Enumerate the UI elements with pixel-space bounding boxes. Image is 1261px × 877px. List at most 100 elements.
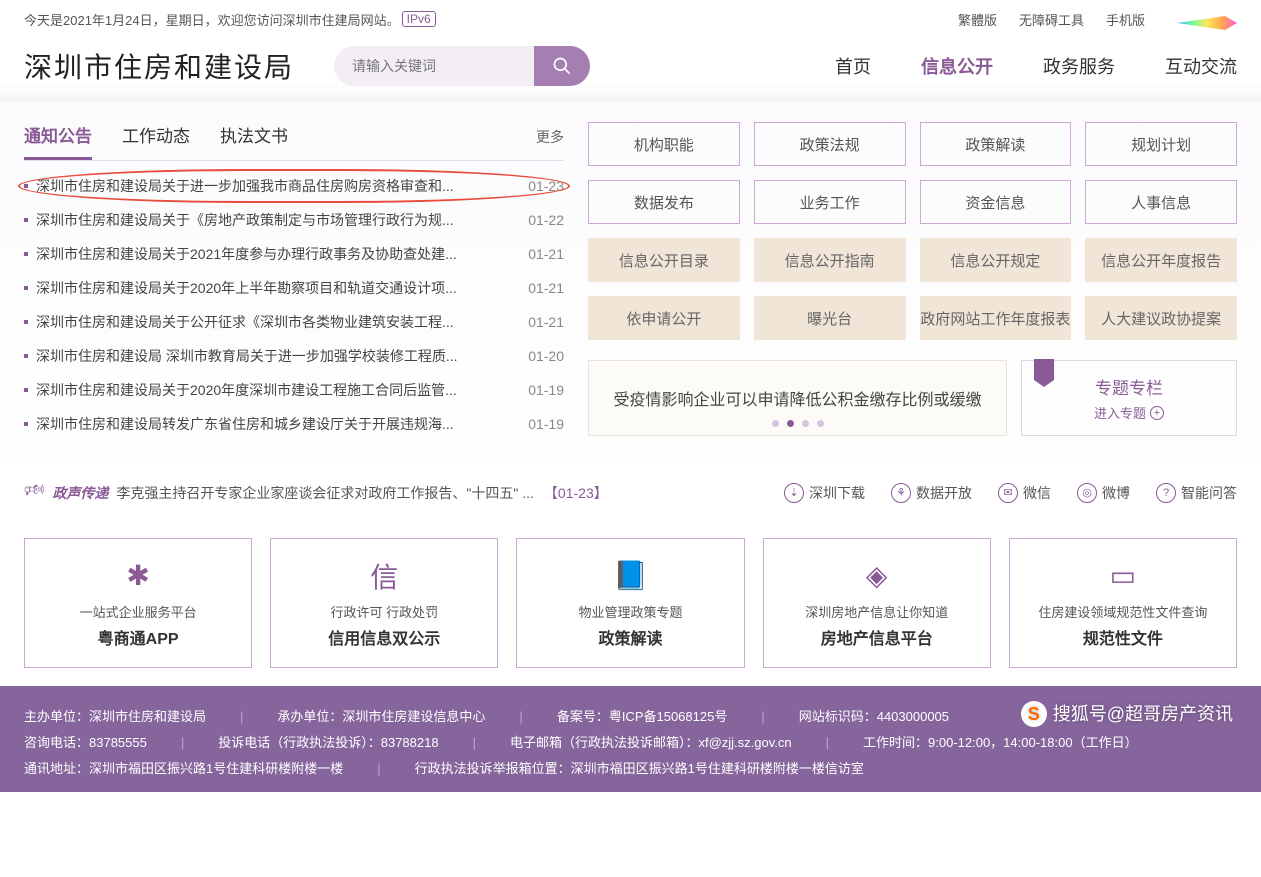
policy-links: ⇣深圳下载 ⚘数据开放 ✉微信 ◎微博 ?智能问答 — [784, 483, 1237, 503]
grid-button[interactable]: 依申请公开 — [588, 296, 740, 340]
divider: | — [181, 730, 184, 756]
ipv6-badge[interactable]: IPv6 — [402, 11, 436, 27]
footer-seg: 工作时间：9:00-12:00，14:00-18:00（工作日） — [863, 730, 1138, 756]
tab-enforce[interactable]: 执法文书 — [220, 122, 288, 157]
header: 深圳市住房和建设局 首页 信息公开 政务服务 互动交流 — [0, 38, 1261, 102]
grid-button[interactable]: 数据发布 — [588, 180, 740, 224]
tab-updates[interactable]: 工作动态 — [122, 122, 190, 157]
news-item[interactable]: 深圳市住房和建设局 深圳市教育局关于进一步加强学校装修工程质... 01-20 — [24, 339, 564, 373]
policy-text[interactable]: 李克强主持召开专家企业家座谈会征求对政府工作报告、"十四五" ... — [116, 483, 534, 503]
nav-home[interactable]: 首页 — [835, 53, 871, 79]
news-item[interactable]: 深圳市住房和建设局关于2021年度参与办理行政事务及协助查处建...01-21 — [24, 237, 564, 271]
card-subtitle: 深圳房地产信息让你知道 — [805, 602, 948, 621]
policy-label: 政声传递 — [52, 483, 108, 503]
news-item[interactable]: 深圳市住房和建设局关于《房地产政策制定与市场管理行政行为规...01-22 — [24, 203, 564, 237]
nav-interact[interactable]: 互动交流 — [1165, 53, 1237, 79]
divider: | — [519, 704, 522, 730]
dot[interactable] — [772, 420, 779, 427]
card-subtitle: 一站式企业服务平台 — [80, 602, 197, 621]
bookmark-icon — [1034, 359, 1054, 387]
topic-enter[interactable]: 进入专题 + — [1094, 403, 1164, 422]
policy-bar: 🕬 政声传递 李克强主持召开专家企业家座谈会征求对政府工作报告、"十四五" ..… — [0, 465, 1261, 520]
link-qa[interactable]: ?智能问答 — [1156, 483, 1237, 503]
nav-info[interactable]: 信息公开 — [921, 53, 993, 79]
topic-title: 专题专栏 — [1095, 374, 1163, 399]
grid-button[interactable]: 机构职能 — [588, 122, 740, 166]
grid-row-3: 信息公开目录信息公开指南信息公开规定信息公开年度报告 — [588, 238, 1237, 282]
top-bar: 今天是2021年1月24日，星期日，欢迎您访问深圳市住建局网站。 IPv6 繁體… — [0, 0, 1261, 38]
dot[interactable] — [817, 420, 824, 427]
footer-seg: 备案号：粤ICP备15068125号 — [557, 704, 728, 730]
grid-button[interactable]: 规划计划 — [1085, 122, 1237, 166]
search-icon — [552, 56, 572, 76]
policy-date: 【01-23】 — [544, 483, 608, 503]
service-card[interactable]: ▭住房建设领域规范性文件查询规范性文件 — [1009, 538, 1237, 668]
news-title: 深圳市住房和建设局 深圳市教育局关于进一步加强学校装修工程质... — [36, 346, 516, 366]
grid-row-1: 机构职能政策法规政策解读规划计划 — [588, 122, 1237, 166]
grid-button[interactable]: 政府网站工作年度报表 — [920, 296, 1072, 340]
link-weibo[interactable]: ◎微博 — [1077, 483, 1130, 503]
link-data[interactable]: ⚘数据开放 — [891, 483, 972, 503]
label: 智能问答 — [1181, 483, 1237, 503]
grid-button[interactable]: 业务工作 — [754, 180, 906, 224]
wechat-icon: ✉ — [998, 483, 1018, 503]
news-title: 深圳市住房和建设局关于2020年度深圳市建设工程施工合同后监管... — [36, 380, 516, 400]
divider: | — [826, 730, 829, 756]
banner-carousel[interactable]: 受疫情影响企业可以申请降低公积金缴存比例或缓缴 — [588, 360, 1007, 436]
card-title: 房地产信息平台 — [821, 625, 933, 649]
news-item[interactable]: 深圳市住房和建设局转发广东省住房和城乡建设厅关于开展违规海...01-19 — [24, 407, 564, 441]
service-card[interactable]: ◈深圳房地产信息让你知道房地产信息平台 — [763, 538, 991, 668]
news-item[interactable]: 深圳市住房和建设局关于2020年度深圳市建设工程施工合同后监管... 01-19 — [24, 373, 564, 407]
dot-icon — [24, 184, 28, 188]
service-card[interactable]: 📘物业管理政策专题政策解读 — [516, 538, 744, 668]
news-date: 01-20 — [528, 348, 564, 364]
link-download[interactable]: ⇣深圳下载 — [784, 483, 865, 503]
news-title: 深圳市住房和建设局关于进一步加强我市商品住房购房资格审查和... — [36, 176, 516, 196]
card-subtitle: 住房建设领域规范性文件查询 — [1038, 602, 1207, 621]
news-item[interactable]: 深圳市住房和建设局关于进一步加强我市商品住房购房资格审查和...01-23 — [24, 169, 564, 203]
link-wechat[interactable]: ✉微信 — [998, 483, 1051, 503]
service-card[interactable]: ✱一站式企业服务平台粤商通APP — [24, 538, 252, 668]
card-title: 规范性文件 — [1083, 625, 1163, 649]
card-icon: ✱ — [120, 558, 156, 594]
grid-row-2: 数据发布业务工作资金信息人事信息 — [588, 180, 1237, 224]
grid-button[interactable]: 信息公开指南 — [754, 238, 906, 282]
dot-icon — [24, 252, 28, 256]
nav-service[interactable]: 政务服务 — [1043, 53, 1115, 79]
service-card[interactable]: 信行政许可 行政处罚信用信息双公示 — [270, 538, 498, 668]
data-icon: ⚘ — [891, 483, 911, 503]
dot[interactable] — [802, 420, 809, 427]
news-item[interactable]: 深圳市住房和建设局关于公开征求《深圳市各类物业建筑安装工程...01-21 — [24, 305, 564, 339]
carousel-dots — [772, 420, 824, 427]
dot-icon — [24, 286, 28, 290]
footer-row-3: 通讯地址：深圳市福田区振兴路1号住建科研楼附楼一楼|行政执法投诉举报箱位置：深圳… — [24, 756, 1237, 782]
tab-notice[interactable]: 通知公告 — [24, 122, 92, 160]
grid-button[interactable]: 信息公开年度报告 — [1085, 238, 1237, 282]
card-icon: 📘 — [613, 558, 649, 594]
news-item[interactable]: 深圳市住房和建设局关于2020年上半年勘察项目和轨道交通设计项...01-21 — [24, 271, 564, 305]
search-input[interactable] — [334, 46, 534, 86]
label: 数据开放 — [916, 483, 972, 503]
main-nav: 首页 信息公开 政务服务 互动交流 — [835, 53, 1237, 79]
grid-button[interactable]: 资金信息 — [920, 180, 1072, 224]
grid-button[interactable]: 信息公开规定 — [920, 238, 1072, 282]
weibo-icon: ◎ — [1077, 483, 1097, 503]
link-traditional[interactable]: 繁體版 — [958, 10, 997, 29]
link-accessibility[interactable]: 无障碍工具 — [1019, 10, 1084, 29]
grid-button[interactable]: 人大建议政协提案 — [1085, 296, 1237, 340]
news-date: 01-19 — [528, 382, 564, 398]
topic-card[interactable]: 专题专栏 进入专题 + — [1021, 360, 1237, 436]
footer-seg: 承办单位：深圳市住房建设信息中心 — [277, 704, 485, 730]
grid-button[interactable]: 政策解读 — [920, 122, 1072, 166]
search-button[interactable] — [534, 46, 590, 86]
grid-button[interactable]: 信息公开目录 — [588, 238, 740, 282]
banner-text: 受疫情影响企业可以申请降低公积金缴存比例或缓缴 — [613, 386, 981, 410]
grid-button[interactable]: 政策法规 — [754, 122, 906, 166]
link-mobile[interactable]: 手机版 — [1106, 10, 1145, 29]
grid-button[interactable]: 曝光台 — [754, 296, 906, 340]
content-row: 通知公告 工作动态 执法文书 更多 深圳市住房和建设局关于进一步加强我市商品住房… — [0, 102, 1261, 465]
news-more[interactable]: 更多 — [536, 127, 564, 147]
grid-button[interactable]: 人事信息 — [1085, 180, 1237, 224]
dot-active[interactable] — [787, 420, 794, 427]
card-title: 政策解读 — [599, 625, 663, 649]
